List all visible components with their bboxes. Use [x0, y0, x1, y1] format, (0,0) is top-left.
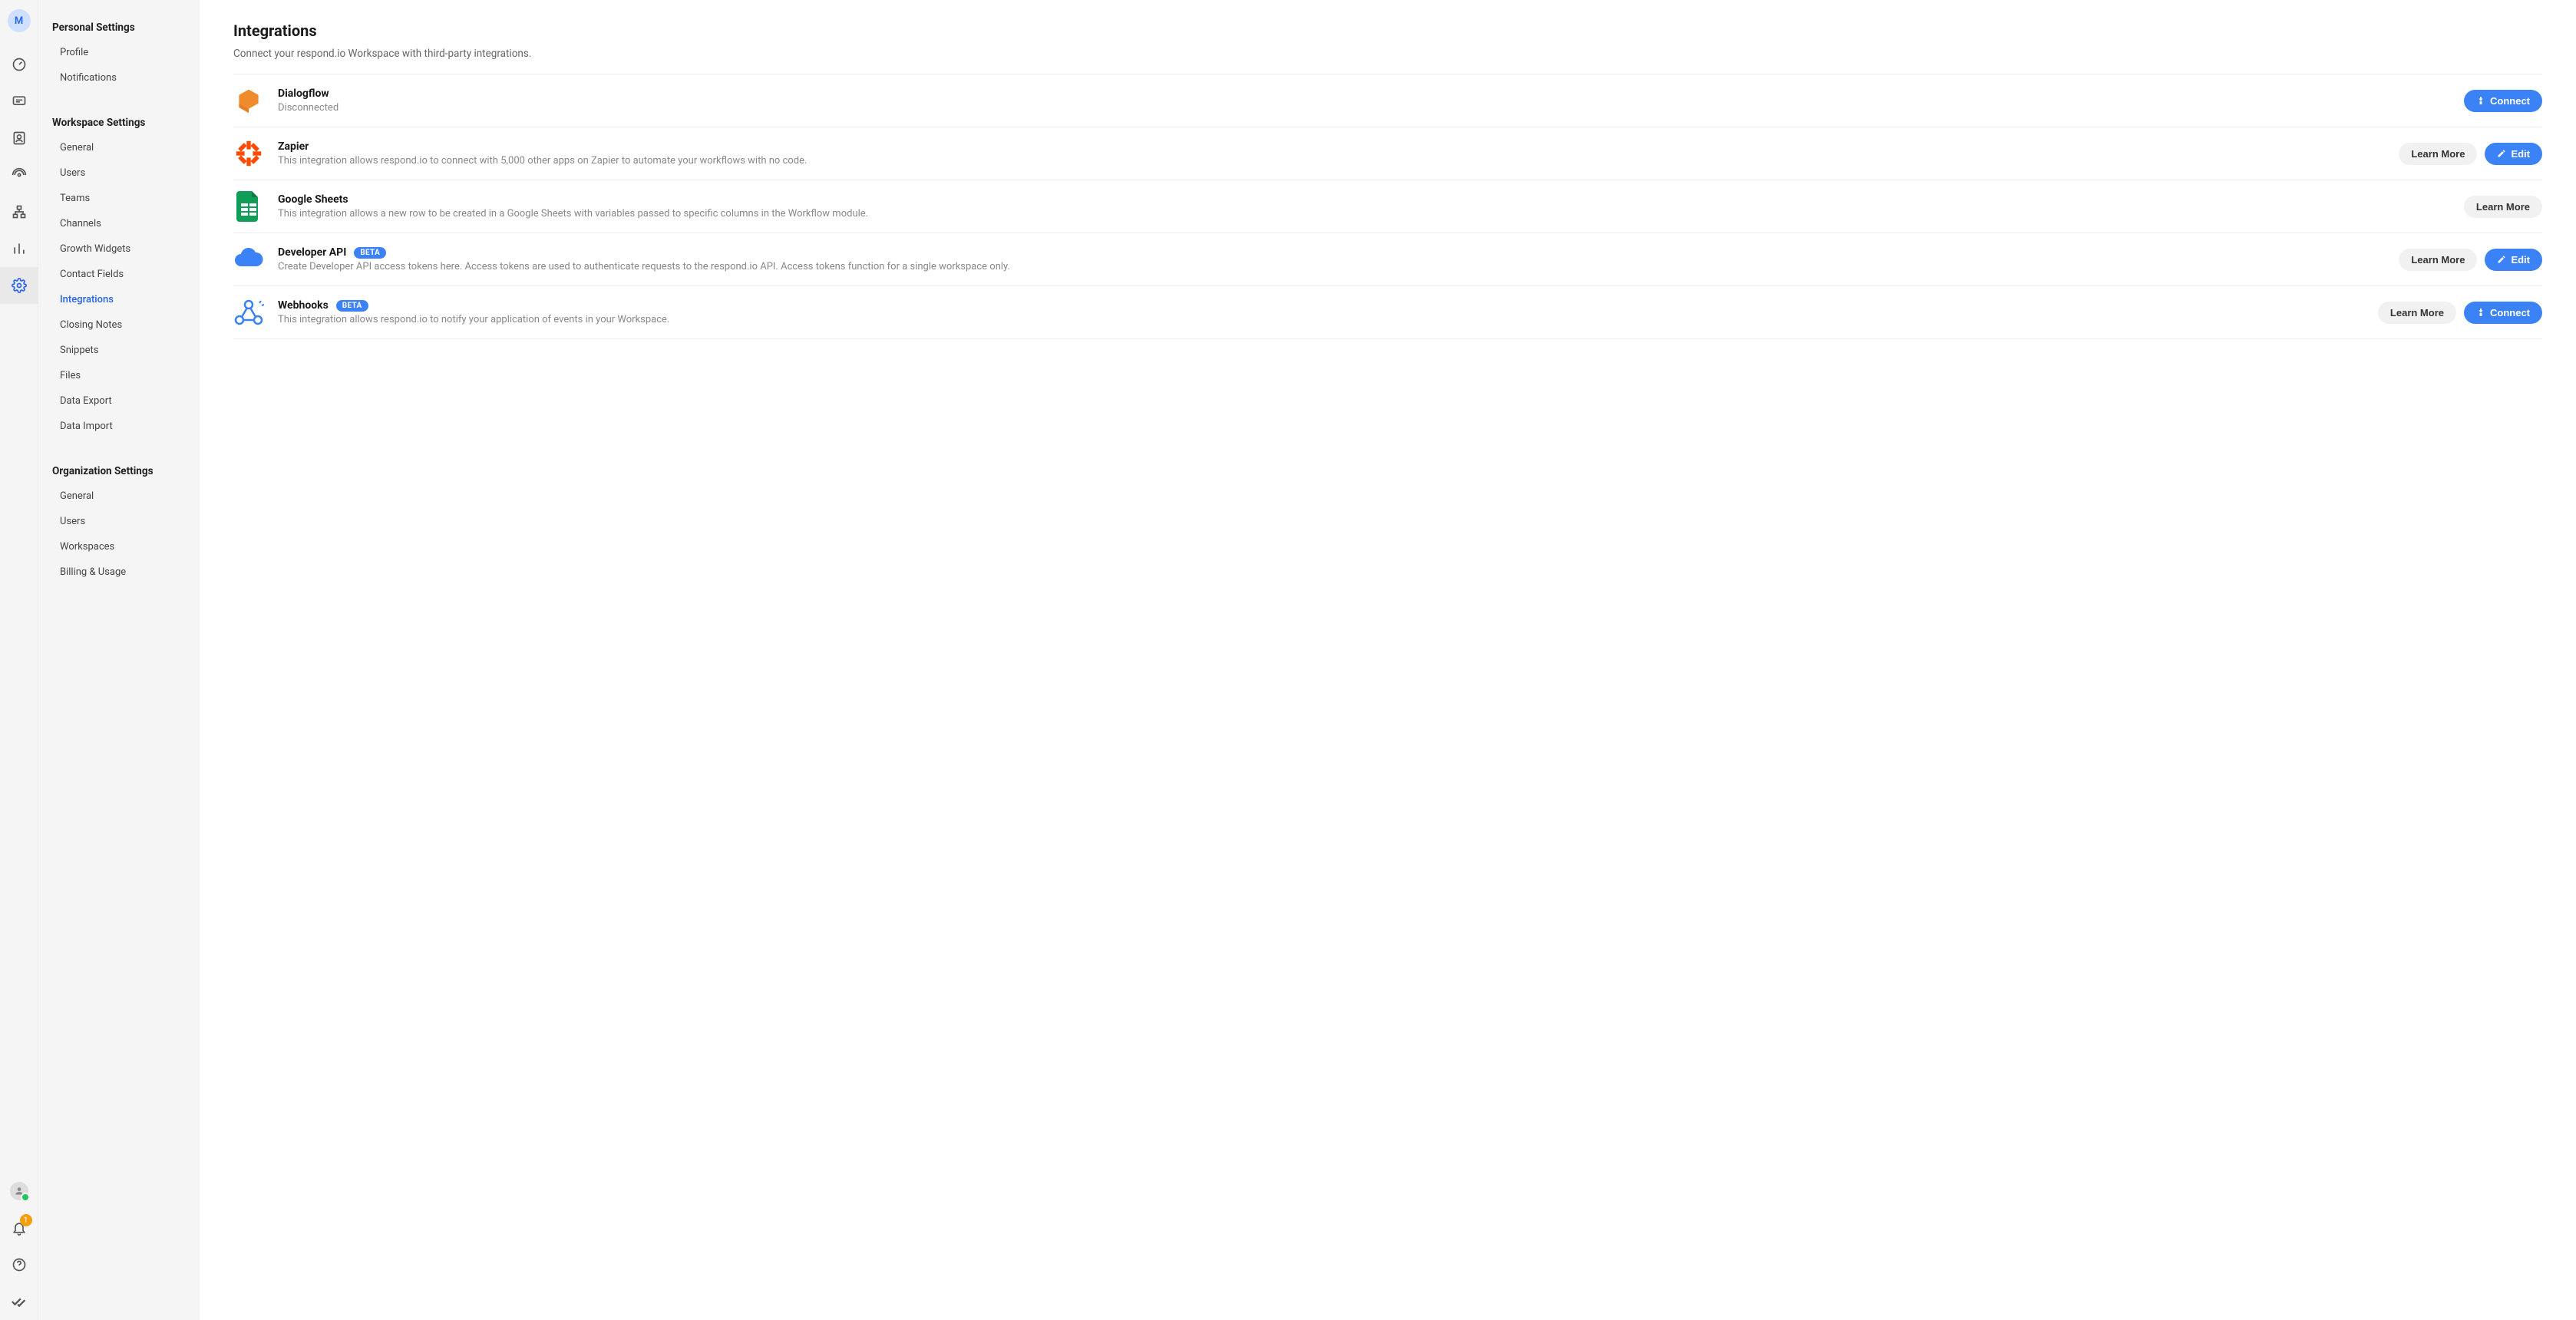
nav-brand-logo[interactable] — [0, 1283, 38, 1320]
nav-reports[interactable] — [0, 230, 38, 267]
nav-user-menu[interactable] — [0, 1173, 38, 1209]
sidebar-item-billing[interactable]: Billing & Usage — [38, 559, 200, 585]
gear-icon — [12, 278, 27, 293]
workspace-avatar[interactable]: M — [8, 9, 31, 32]
sidebar-item-growth-widgets[interactable]: Growth Widgets — [38, 236, 200, 262]
notification-badge: 1 — [20, 1214, 32, 1226]
integration-row-zapier: Zapier This integration allows respond.i… — [233, 127, 2542, 180]
dialogflow-icon — [233, 85, 264, 116]
integration-title: Zapier — [278, 140, 309, 153]
integration-title: Dialogflow — [278, 87, 329, 100]
nav-notifications[interactable]: 1 — [0, 1209, 38, 1246]
edit-label: Edit — [2511, 254, 2530, 266]
integration-title: Webhooks — [278, 299, 329, 312]
integrations-list: Dialogflow Disconnected Connect — [233, 74, 2542, 339]
sidebar-item-files[interactable]: Files — [38, 363, 200, 388]
bar-chart-icon — [12, 241, 27, 256]
plug-icon — [2476, 308, 2485, 317]
connect-button[interactable]: Connect — [2464, 90, 2542, 112]
connect-label: Connect — [2490, 95, 2530, 107]
user-avatar-icon — [10, 1182, 28, 1200]
edit-button[interactable]: Edit — [2485, 143, 2542, 165]
zapier-icon — [233, 138, 264, 169]
edit-label: Edit — [2511, 148, 2530, 160]
nav-inbox[interactable] — [0, 83, 38, 120]
settings-sidebar: Personal Settings Profile Notifications … — [38, 0, 200, 1320]
broadcast-icon — [12, 167, 27, 183]
pencil-icon — [2497, 149, 2506, 158]
integration-description: Create Developer API access tokens here.… — [278, 261, 2385, 272]
nav-broadcast[interactable] — [0, 157, 38, 193]
nav-contacts[interactable] — [0, 120, 38, 157]
sidebar-item-notifications[interactable]: Notifications — [38, 65, 200, 91]
integration-title: Developer API — [278, 246, 346, 259]
nav-workflows[interactable] — [0, 193, 38, 230]
beta-badge: BETA — [336, 300, 368, 312]
cloud-icon — [233, 244, 264, 275]
integration-row-developer-api: Developer API BETA Create Developer API … — [233, 233, 2542, 286]
gauge-icon — [12, 57, 27, 72]
google-sheets-icon — [233, 191, 264, 222]
sidebar-item-data-import[interactable]: Data Import — [38, 414, 200, 439]
integration-status: Disconnected — [278, 102, 2450, 114]
icon-rail: M 1 — [0, 0, 38, 1320]
nav-dashboard[interactable] — [0, 46, 38, 83]
nav-settings[interactable] — [0, 267, 38, 304]
beta-badge: BETA — [354, 247, 386, 259]
integration-description: This integration allows respond.io to no… — [278, 314, 2364, 325]
chat-icon — [12, 94, 27, 109]
sidebar-item-integrations[interactable]: Integrations — [38, 287, 200, 312]
learn-more-button[interactable]: Learn More — [2399, 143, 2477, 165]
nav-help[interactable] — [0, 1246, 38, 1283]
integration-description: This integration allows respond.io to co… — [278, 155, 2385, 167]
integration-title: Google Sheets — [278, 193, 348, 206]
double-check-icon — [11, 1293, 28, 1310]
sidebar-item-channels[interactable]: Channels — [38, 211, 200, 236]
sidebar-item-data-export[interactable]: Data Export — [38, 388, 200, 414]
learn-more-button[interactable]: Learn More — [2464, 196, 2542, 218]
sidebar-item-general-org[interactable]: General — [38, 483, 200, 509]
help-icon — [12, 1257, 27, 1272]
connect-label: Connect — [2490, 307, 2530, 318]
integration-row-google-sheets: Google Sheets This integration allows a … — [233, 180, 2542, 233]
contact-icon — [12, 130, 27, 146]
webhooks-icon — [233, 297, 264, 328]
plug-icon — [2476, 96, 2485, 105]
sidebar-item-general-ws[interactable]: General — [38, 135, 200, 160]
sidebar-item-profile[interactable]: Profile — [38, 40, 200, 65]
edit-button[interactable]: Edit — [2485, 249, 2542, 271]
connect-button[interactable]: Connect — [2464, 302, 2542, 324]
sidebar-item-snippets[interactable]: Snippets — [38, 338, 200, 363]
learn-more-button[interactable]: Learn More — [2399, 249, 2477, 271]
integration-description: This integration allows a new row to be … — [278, 208, 2450, 219]
sitemap-icon — [12, 204, 27, 219]
sidebar-item-teams[interactable]: Teams — [38, 186, 200, 211]
sidebar-item-closing-notes[interactable]: Closing Notes — [38, 312, 200, 338]
section-personal-title: Personal Settings — [38, 17, 200, 40]
section-workspace-title: Workspace Settings — [38, 112, 200, 135]
section-organization-title: Organization Settings — [38, 460, 200, 483]
page-title: Integrations — [233, 21, 2542, 40]
page-subtitle: Connect your respond.io Workspace with t… — [233, 48, 2542, 60]
sidebar-item-contact-fields[interactable]: Contact Fields — [38, 262, 200, 287]
pencil-icon — [2497, 255, 2506, 264]
sidebar-item-users-org[interactable]: Users — [38, 509, 200, 534]
integration-row-dialogflow: Dialogflow Disconnected Connect — [233, 74, 2542, 127]
sidebar-item-users-ws[interactable]: Users — [38, 160, 200, 186]
main-content: Integrations Connect your respond.io Wor… — [200, 0, 2576, 1320]
integration-row-webhooks: Webhooks BETA This integration allows re… — [233, 286, 2542, 339]
learn-more-button[interactable]: Learn More — [2378, 302, 2456, 324]
sidebar-item-workspaces[interactable]: Workspaces — [38, 534, 200, 559]
